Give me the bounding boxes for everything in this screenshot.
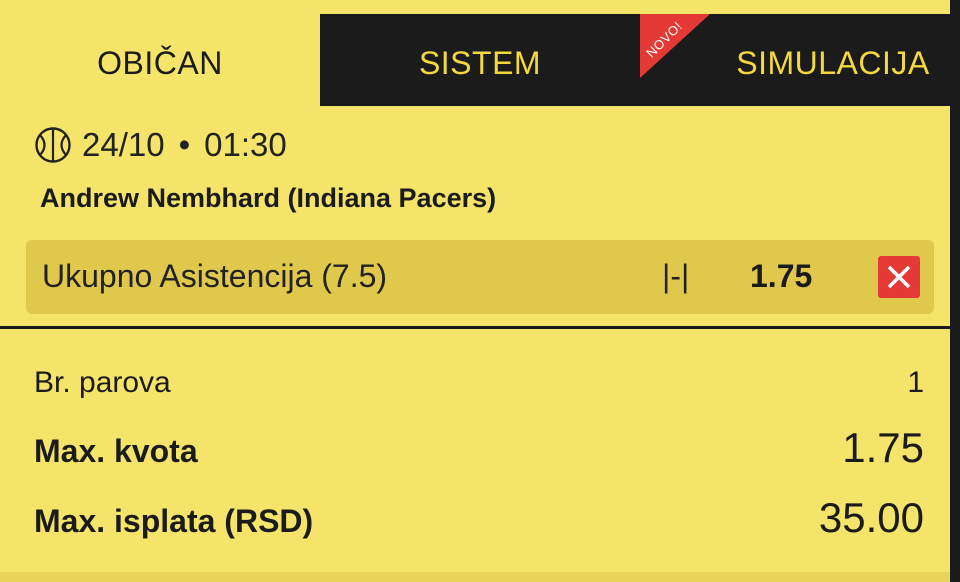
- bottom-edge: [0, 572, 950, 582]
- pairs-count-value: 1: [907, 366, 924, 399]
- section-divider: [0, 326, 950, 329]
- pairs-count-row: Br. parova 1: [34, 366, 924, 400]
- separator-dot: •: [178, 126, 191, 163]
- max-odds-label: Max. kvota: [34, 433, 198, 469]
- tab-label: SISTEM: [418, 44, 542, 81]
- remove-selection-button[interactable]: [878, 256, 920, 298]
- right-frame: [950, 0, 960, 582]
- tab-sistem[interactable]: SISTEM: [320, 14, 640, 106]
- bet-selection-row: Ukupno Asistencija (7.5) |-| 1.75: [26, 240, 934, 314]
- event-header: 24/10 • 01:30: [34, 126, 287, 164]
- event-date: 24/10: [82, 126, 165, 163]
- ticket-type-tabs: OBIČAN SISTEM NOVO! SIMULACIJA: [0, 14, 950, 106]
- tab-simulacija[interactable]: NOVO! SIMULACIJA: [640, 14, 950, 106]
- max-odds-value: 1.75: [842, 424, 924, 471]
- selection-odds: 1.75: [750, 258, 813, 294]
- tab-obican[interactable]: OBIČAN: [0, 14, 320, 106]
- basketball-icon: [35, 127, 71, 163]
- tab-label: OBIČAN: [97, 44, 223, 81]
- pairs-count-label: Br. parova: [34, 366, 171, 399]
- new-badge: NOVO!: [640, 14, 710, 78]
- market-label: Ukupno Asistencija (7.5): [42, 258, 388, 294]
- max-odds-row: Max. kvota 1.75: [34, 424, 924, 472]
- top-strip: [0, 0, 960, 14]
- close-icon: [887, 265, 911, 289]
- player-name: Andrew Nembhard (Indiana Pacers): [40, 183, 497, 213]
- max-payout-label: Max. isplata (RSD): [34, 503, 314, 539]
- max-payout-row: Max. isplata (RSD) 35.00: [34, 494, 924, 542]
- event-time: 01:30: [204, 126, 287, 163]
- fix-pair-toggle[interactable]: |-|: [662, 258, 689, 295]
- max-payout-value: 35.00: [818, 494, 924, 541]
